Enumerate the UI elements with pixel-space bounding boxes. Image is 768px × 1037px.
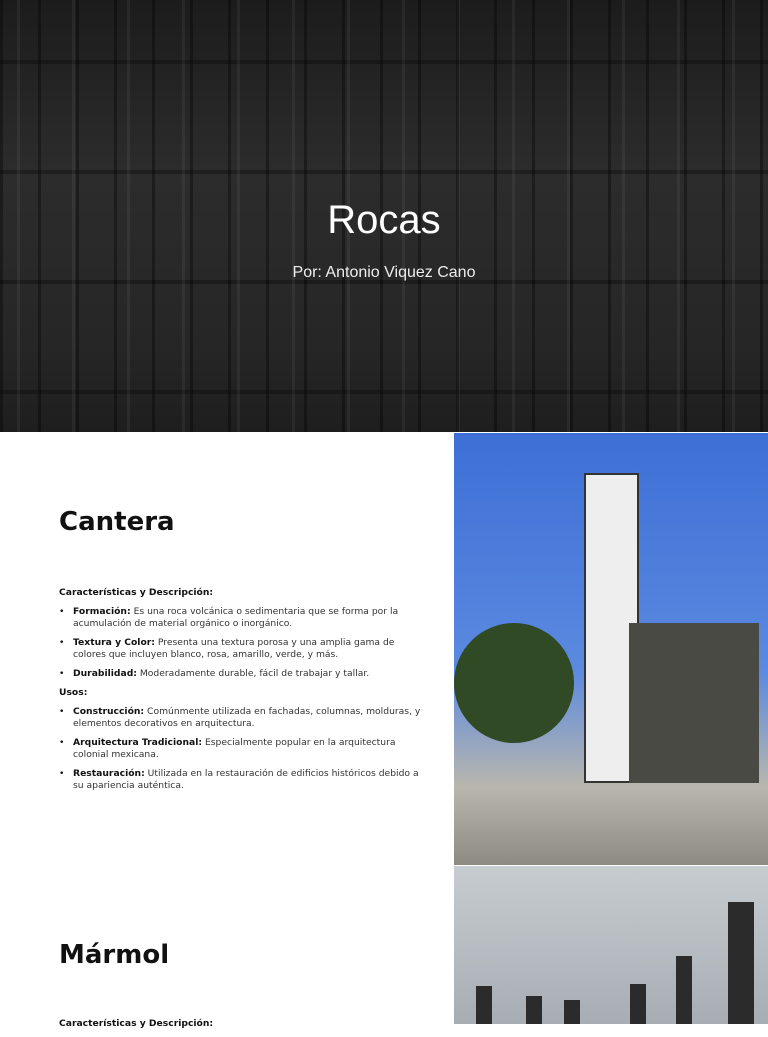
cantera-content: Características y Descripción: Formación…	[59, 587, 429, 799]
column	[728, 902, 754, 1024]
list-item: Restauración: Utilizada en la restauraci…	[59, 768, 429, 792]
column	[630, 984, 646, 1024]
marmol-content: Características y Descripción:	[59, 1018, 429, 1037]
columns-photo	[454, 866, 768, 1024]
title-slide-basalt-image: Rocas Por: Antonio Viquez Cano	[0, 0, 768, 432]
church-facade	[629, 623, 759, 783]
church-photo	[454, 433, 768, 865]
list-item: Arquitectura Tradicional: Especialmente …	[59, 737, 429, 761]
desc-heading: Características y Descripción:	[59, 1018, 214, 1029]
uses-heading: Usos:	[59, 687, 88, 698]
desc-heading: Características y Descripción:	[59, 587, 214, 598]
list-item: Durabilidad: Moderadamente durable, fáci…	[59, 668, 429, 680]
list-item: Textura y Color: Presenta una textura po…	[59, 637, 429, 661]
marmol-title: Mármol	[59, 940, 170, 970]
list-item: Construcción: Comúnmente utilizada en fa…	[59, 706, 429, 730]
author-line: Por: Antonio Viquez Cano	[292, 264, 476, 281]
column	[526, 996, 542, 1024]
presentation-title: Rocas	[327, 198, 441, 242]
column	[676, 956, 692, 1024]
cantera-title: Cantera	[59, 507, 175, 537]
column	[476, 986, 492, 1024]
list-item: Formación: Es una roca volcánica o sedim…	[59, 606, 429, 630]
tree	[454, 623, 574, 743]
column	[564, 1000, 580, 1024]
